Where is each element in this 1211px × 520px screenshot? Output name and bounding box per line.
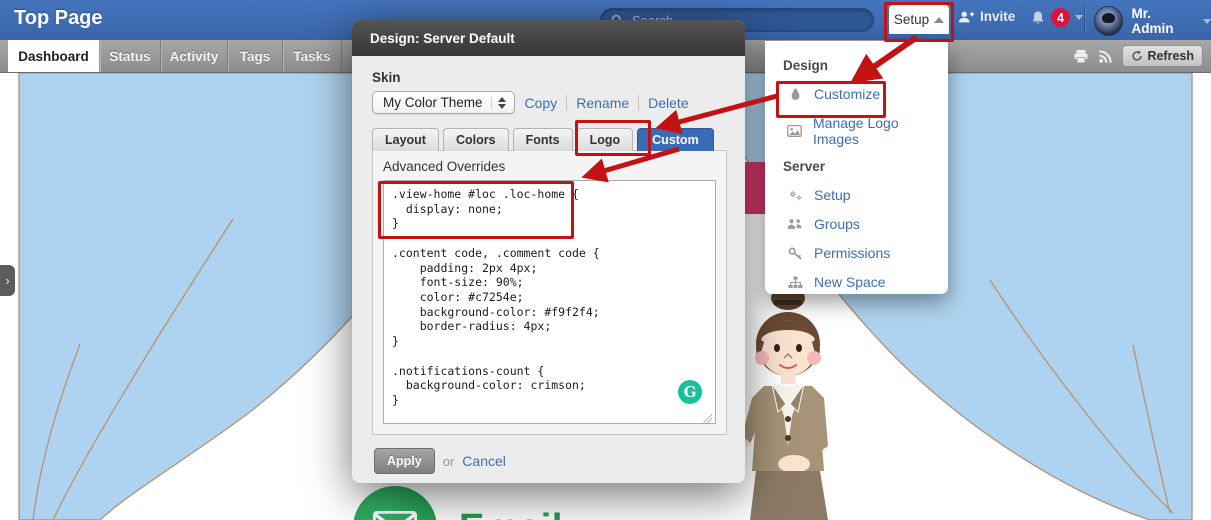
tab-tags[interactable]: Tags bbox=[228, 40, 283, 72]
gears-icon bbox=[787, 189, 803, 202]
page-title: Top Page bbox=[14, 7, 103, 30]
crimson-page-element bbox=[742, 162, 767, 214]
tab-colors[interactable]: Colors bbox=[443, 128, 509, 151]
tab-layout[interactable]: Layout bbox=[372, 128, 439, 151]
cartoon-woman-illustration bbox=[728, 286, 878, 520]
chevron-down-icon bbox=[1203, 19, 1211, 24]
invite-button[interactable]: Invite bbox=[958, 9, 1015, 24]
design-tabs: Layout Colors Fonts Logo Custom bbox=[372, 128, 745, 151]
notifications-button[interactable]: 4 bbox=[1030, 8, 1083, 27]
chevron-down-icon bbox=[1075, 15, 1083, 20]
tab-dashboard[interactable]: Dashboard bbox=[8, 40, 100, 72]
topbar-divider bbox=[1084, 6, 1085, 34]
setup-dropdown-menu: Design Customize Manage Logo Images Serv… bbox=[765, 41, 948, 294]
rename-link[interactable]: Rename bbox=[576, 95, 629, 111]
invite-label: Invite bbox=[980, 9, 1015, 24]
user-name: Mr. Admin bbox=[1131, 6, 1195, 36]
divider bbox=[638, 95, 639, 111]
notification-count-badge: 4 bbox=[1051, 8, 1070, 27]
menu-item-groups[interactable]: Groups bbox=[765, 210, 948, 239]
user-menu[interactable]: Mr. Admin bbox=[1094, 6, 1211, 36]
cancel-link[interactable]: Cancel bbox=[462, 453, 506, 469]
tab-label: Layout bbox=[385, 133, 426, 147]
key-icon bbox=[787, 247, 803, 260]
menu-item-manage-logo-images[interactable]: Manage Logo Images bbox=[765, 109, 948, 154]
tab-label: Status bbox=[109, 49, 150, 64]
menu-section-server: Server bbox=[765, 154, 948, 181]
tint-icon bbox=[787, 87, 803, 101]
tab-custom[interactable]: Custom bbox=[637, 128, 714, 151]
menu-item-label: Manage Logo Images bbox=[813, 115, 930, 147]
menu-item-setup[interactable]: Setup bbox=[765, 181, 948, 210]
tab-status[interactable]: Status bbox=[100, 40, 161, 72]
menu-item-label: Setup bbox=[814, 187, 851, 203]
menu-item-label: New Space bbox=[814, 274, 886, 290]
or-text: or bbox=[443, 454, 455, 469]
menu-item-customize[interactable]: Customize bbox=[765, 80, 948, 109]
users-icon bbox=[787, 218, 803, 230]
tab-tasks[interactable]: Tasks bbox=[283, 40, 342, 72]
tab-label: Tags bbox=[240, 49, 271, 64]
css-overrides-textarea[interactable]: .view-home #loc .loc-home { display: non… bbox=[383, 180, 716, 424]
delete-link[interactable]: Delete bbox=[648, 95, 688, 111]
chevron-right-icon: › bbox=[5, 273, 9, 288]
email-label: Email bbox=[459, 507, 563, 520]
rss-icon[interactable] bbox=[1098, 49, 1113, 64]
skin-select-value: My Color Theme bbox=[383, 95, 483, 110]
email-icon bbox=[353, 486, 437, 520]
chevron-up-icon bbox=[934, 17, 944, 23]
copy-link[interactable]: Copy bbox=[525, 95, 558, 111]
tab-label: Activity bbox=[170, 49, 219, 64]
menu-item-label: Customize bbox=[814, 86, 880, 102]
sidebar-expander[interactable]: › bbox=[0, 265, 15, 296]
invite-user-icon bbox=[958, 10, 974, 24]
modal-title: Design: Server Default bbox=[352, 20, 745, 56]
tab-label: Fonts bbox=[526, 133, 560, 147]
app-screen: › Email Top P bbox=[0, 0, 1211, 520]
email-feature: Email bbox=[353, 486, 563, 520]
custom-panel: Advanced Overrides .view-home #loc .loc-… bbox=[372, 150, 727, 435]
refresh-button[interactable]: Refresh bbox=[1122, 45, 1203, 67]
textarea-resize-handle[interactable] bbox=[702, 414, 712, 424]
sitemap-icon bbox=[787, 276, 803, 289]
tab-label: Tasks bbox=[293, 49, 330, 64]
refresh-icon bbox=[1131, 50, 1143, 62]
select-arrows-icon bbox=[491, 97, 506, 109]
design-modal: Design: Server Default Skin My Color The… bbox=[352, 20, 745, 483]
tab-logo[interactable]: Logo bbox=[577, 128, 634, 151]
menu-section-design: Design bbox=[765, 53, 948, 80]
menu-item-label: Permissions bbox=[814, 245, 890, 261]
skin-section-label: Skin bbox=[372, 70, 745, 85]
setup-button[interactable]: Setup bbox=[889, 5, 949, 34]
tab-activity[interactable]: Activity bbox=[161, 40, 228, 72]
tab-fonts[interactable]: Fonts bbox=[513, 128, 573, 151]
skin-select[interactable]: My Color Theme bbox=[372, 91, 515, 114]
image-icon bbox=[787, 125, 802, 137]
menu-item-permissions[interactable]: Permissions bbox=[765, 239, 948, 268]
tab-label: Logo bbox=[590, 133, 621, 147]
advanced-overrides-label: Advanced Overrides bbox=[373, 151, 726, 180]
print-icon[interactable] bbox=[1073, 49, 1089, 64]
grammarly-icon[interactable]: G bbox=[678, 380, 702, 404]
tab-label: Custom bbox=[652, 133, 699, 147]
menu-item-label: Groups bbox=[814, 216, 860, 232]
divider bbox=[566, 95, 567, 111]
apply-button[interactable]: Apply bbox=[374, 448, 435, 474]
tab-label: Colors bbox=[456, 133, 496, 147]
menu-item-new-space[interactable]: New Space bbox=[765, 268, 948, 297]
tab-label: Dashboard bbox=[18, 49, 89, 64]
avatar bbox=[1094, 6, 1123, 36]
refresh-label: Refresh bbox=[1147, 49, 1194, 63]
bell-icon bbox=[1030, 9, 1046, 27]
setup-label: Setup bbox=[894, 12, 929, 27]
